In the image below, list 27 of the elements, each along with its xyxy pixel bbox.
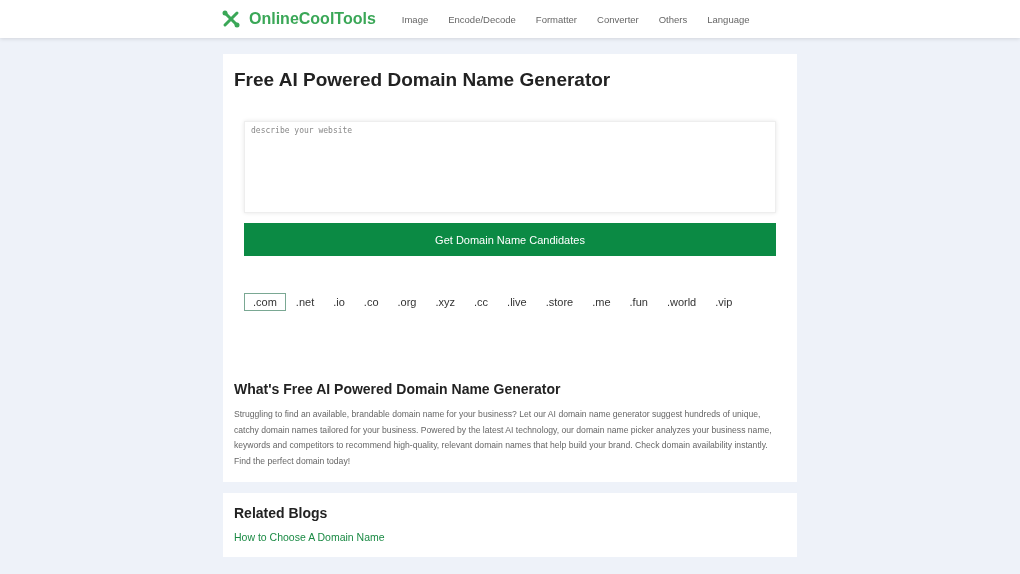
tld-option[interactable]: .world — [657, 293, 706, 311]
tld-option[interactable]: .xyz — [426, 293, 465, 311]
tld-option[interactable]: .io — [324, 293, 354, 311]
description-field[interactable]: describe your website — [244, 121, 776, 213]
nav-link[interactable]: Language — [707, 13, 750, 25]
tld-option[interactable]: .me — [583, 293, 620, 311]
nav-link[interactable]: Converter — [597, 13, 639, 25]
nav-link[interactable]: Encode/Decode — [448, 13, 516, 25]
tld-option[interactable]: .live — [498, 293, 536, 311]
blog-link[interactable]: How to Choose A Domain Name — [234, 531, 385, 543]
tld-option[interactable]: .co — [354, 293, 388, 311]
tld-option[interactable]: .org — [388, 293, 426, 311]
nav-link[interactable]: Others — [658, 13, 688, 25]
tld-option[interactable]: .vip — [706, 293, 742, 311]
section-heading: What's Free AI Powered Domain Name Generator — [234, 381, 562, 397]
nav-link[interactable]: Image — [401, 13, 429, 25]
page-title: Free AI Powered Domain Name Generator — [234, 69, 612, 91]
tools-icon — [222, 10, 240, 28]
tld-option[interactable]: .net — [286, 293, 324, 311]
tld-option[interactable]: .store — [536, 293, 583, 311]
tld-option[interactable]: .fun — [620, 293, 657, 311]
nav-link[interactable]: Formatter — [535, 13, 577, 25]
tld-option[interactable]: .com — [244, 293, 286, 311]
section-heading: Related Blogs — [234, 505, 329, 521]
tld-option[interactable]: .cc — [465, 293, 498, 311]
generate-button[interactable]: Get Domain Name Candidates — [244, 223, 776, 256]
description-paragraph: Struggling to find an available, brandable domain name for your business? Let our AI domain name generator suggest hundreds of unique, catchy domain names tailored for your business. Powered by the latest AI technology, our domain name picker analyzes your business name, keywords and competitors to recommend high-quality, relevant domain names that help build your brand. Check domain availability instantly. Find the perfect domain today! — [234, 408, 773, 468]
